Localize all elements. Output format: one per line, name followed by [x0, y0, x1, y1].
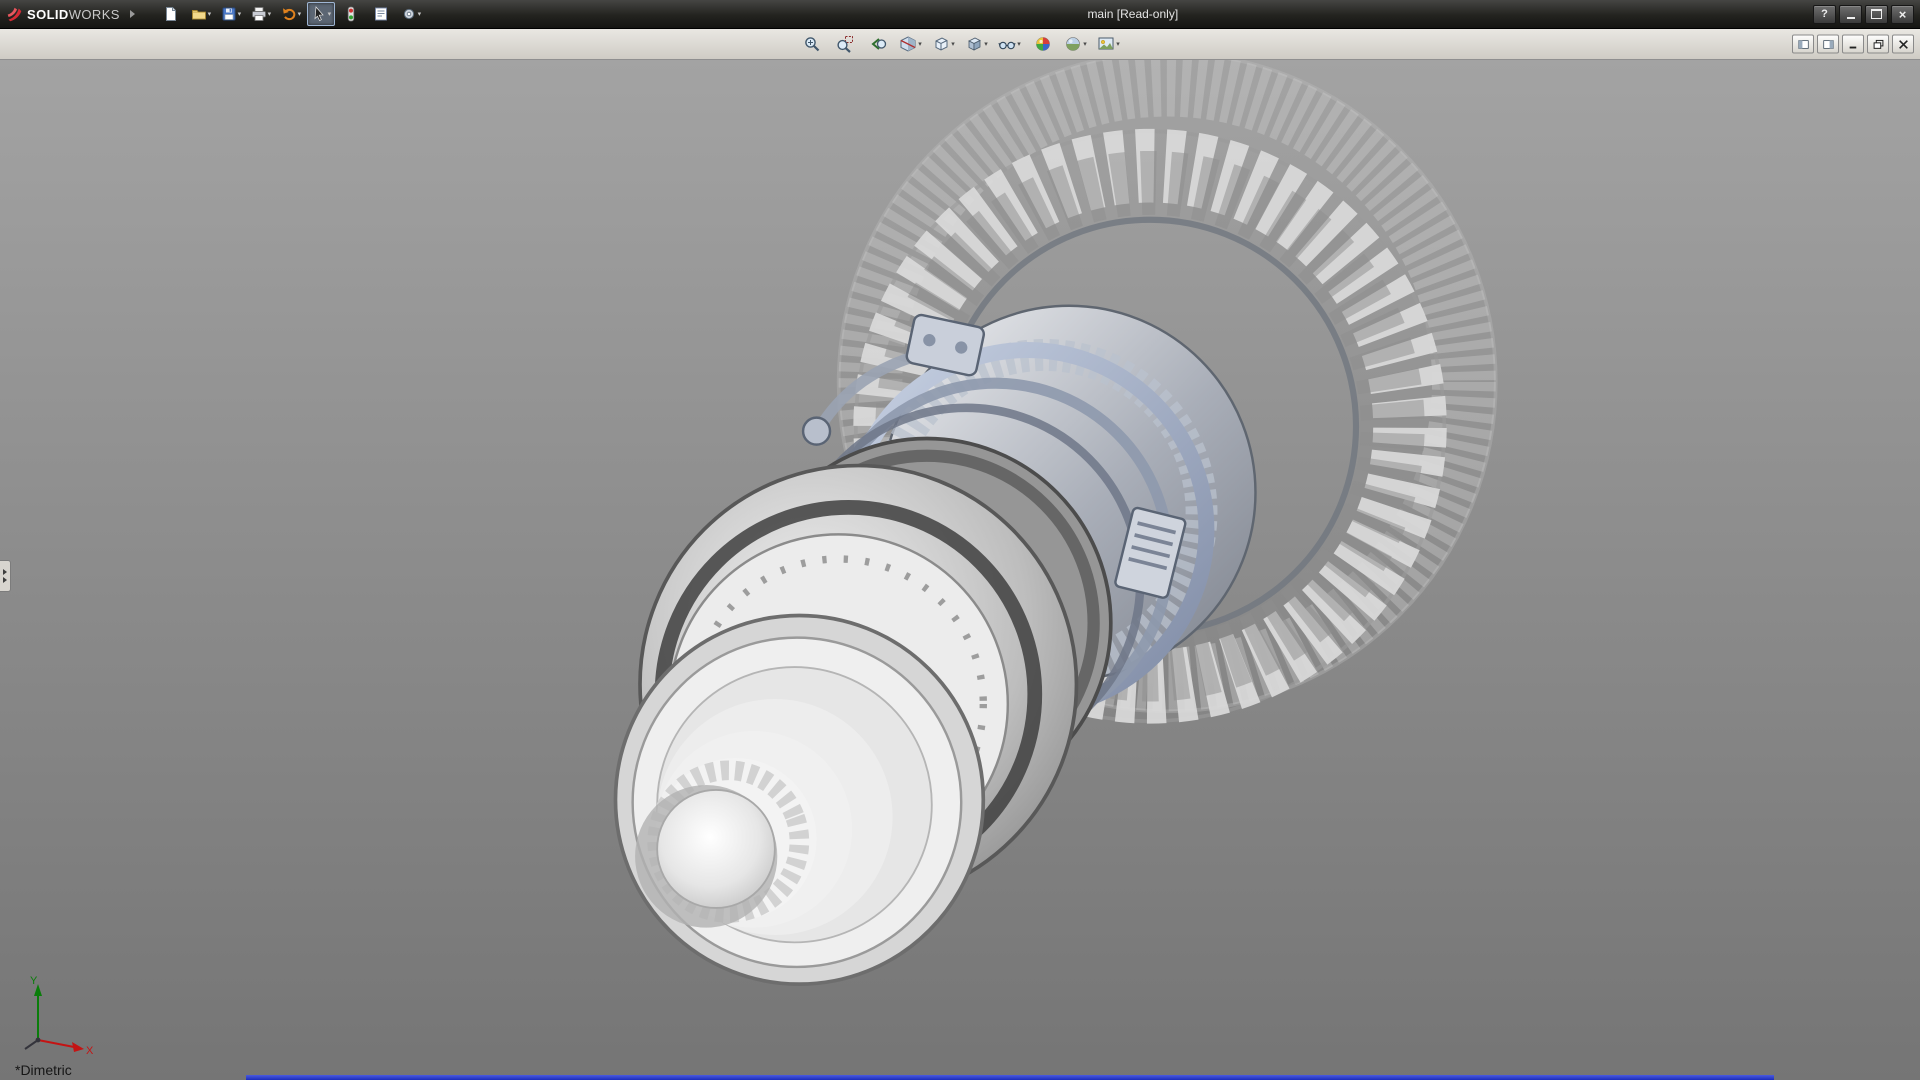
- undo-button[interactable]: ▾: [277, 2, 305, 26]
- expand-arrow-icon: [3, 577, 7, 583]
- document-title: main [Read-only]: [1087, 7, 1178, 21]
- print-icon: [251, 6, 267, 22]
- triad-x-label: X: [86, 1045, 94, 1056]
- previous-view-button[interactable]: [863, 31, 893, 57]
- display-style-button[interactable]: ▾: [962, 31, 992, 57]
- triad-y-label: Y: [30, 975, 38, 987]
- doc-restore-icon: [1873, 39, 1884, 49]
- dock-pane-left-icon: [1798, 39, 1809, 49]
- hide-show-items-icon: [998, 35, 1016, 53]
- edit-appearance-icon: [1034, 35, 1052, 53]
- dropdown-caret-icon[interactable]: ▾: [268, 11, 272, 18]
- doc-minimize-button[interactable]: [1842, 35, 1864, 54]
- doc-restore-button[interactable]: [1867, 35, 1889, 54]
- hide-show-items-button[interactable]: ▾: [995, 31, 1025, 57]
- panel-splitter-tab[interactable]: [0, 560, 11, 592]
- view-settings-icon: [1097, 35, 1115, 53]
- main-toolbar: ▾ ▾ ▾ ▾ ▾ ▾: [157, 2, 425, 26]
- dropdown-caret-icon[interactable]: ▾: [1017, 41, 1021, 48]
- solidworks-logo: SOLIDWORKS: [6, 6, 135, 23]
- title-bar: SOLIDWORKS ▾ ▾ ▾ ▾ ▾ ▾ main [Read-only] ? ×: [0, 0, 1920, 29]
- view-orientation-label: *Dimetric: [15, 1062, 72, 1078]
- dropdown-caret-icon[interactable]: ▾: [238, 11, 242, 18]
- doc-close-button[interactable]: [1892, 35, 1914, 54]
- options-button[interactable]: ▾: [397, 2, 425, 26]
- dropdown-caret-icon[interactable]: ▾: [918, 41, 922, 48]
- minimize-button[interactable]: [1839, 5, 1862, 24]
- graphics-viewport[interactable]: Y X *Dimetric: [0, 60, 1920, 1080]
- apply-scene-icon: [1064, 35, 1082, 53]
- menu-expand-icon[interactable]: [130, 10, 135, 18]
- app-name-bold: SOLID: [27, 7, 69, 22]
- select-tool-button[interactable]: ▾: [307, 2, 335, 26]
- section-view-icon: [899, 35, 917, 53]
- undo-icon: [281, 6, 297, 22]
- view-orientation-button[interactable]: ▾: [929, 31, 959, 57]
- dropdown-caret-icon[interactable]: ▾: [328, 11, 332, 18]
- zoom-to-area-icon: [836, 35, 854, 53]
- new-document-icon: [163, 6, 179, 22]
- maximize-icon: [1871, 9, 1882, 19]
- toolbar-row: ▾ ▾ ▾ ▾ ▾ ▾: [0, 29, 1920, 60]
- dock-pane-right-button[interactable]: [1817, 35, 1839, 54]
- file-properties-button[interactable]: [367, 2, 395, 26]
- doc-minimize-icon: [1848, 39, 1859, 49]
- solidworks-window: SOLIDWORKS ▾ ▾ ▾ ▾ ▾ ▾ main [Read-only] ? × ▾…: [0, 0, 1920, 1080]
- dropdown-caret-icon[interactable]: ▾: [1116, 41, 1120, 48]
- bottom-blue-strip: [246, 1075, 1774, 1080]
- open-document-icon: [191, 6, 207, 22]
- dock-pane-right-icon: [1823, 39, 1834, 49]
- maximize-button[interactable]: [1865, 5, 1888, 24]
- zoom-to-fit-icon: [803, 35, 821, 53]
- dropdown-caret-icon[interactable]: ▾: [418, 11, 422, 18]
- file-properties-icon: [373, 6, 389, 22]
- view-orientation-icon: [932, 35, 950, 53]
- zoom-to-area-button[interactable]: [830, 31, 860, 57]
- expand-arrow-icon: [3, 569, 7, 575]
- orientation-triad: Y X: [12, 970, 98, 1056]
- window-controls: ? ×: [1813, 5, 1920, 24]
- select-tool-icon: [311, 6, 327, 22]
- engine-model-3d[interactable]: [0, 60, 1920, 1080]
- dropdown-caret-icon[interactable]: ▾: [951, 41, 955, 48]
- save-button[interactable]: ▾: [217, 2, 245, 26]
- section-view-button[interactable]: ▾: [896, 31, 926, 57]
- solidworks-logo-icon: [6, 6, 23, 23]
- dock-pane-left-button[interactable]: [1792, 35, 1814, 54]
- document-window-controls: [1789, 35, 1914, 54]
- dropdown-caret-icon[interactable]: ▾: [208, 11, 212, 18]
- previous-view-icon: [869, 35, 887, 53]
- close-button[interactable]: ×: [1891, 5, 1914, 24]
- zoom-to-fit-button[interactable]: [797, 31, 827, 57]
- app-name-light: WORKS: [69, 7, 120, 22]
- edit-appearance-button[interactable]: [1028, 31, 1058, 57]
- dropdown-caret-icon[interactable]: ▾: [1083, 41, 1087, 48]
- options-icon: [401, 6, 417, 22]
- doc-close-icon: [1898, 39, 1909, 49]
- apply-scene-button[interactable]: ▾: [1061, 31, 1091, 57]
- save-icon: [221, 6, 237, 22]
- display-style-icon: [965, 35, 983, 53]
- app-name: SOLIDWORKS: [27, 7, 120, 22]
- dropdown-caret-icon[interactable]: ▾: [298, 11, 302, 18]
- new-document-button[interactable]: [157, 2, 185, 26]
- rebuild-button[interactable]: [337, 2, 365, 26]
- view-settings-button[interactable]: ▾: [1094, 31, 1124, 57]
- minimize-icon: [1847, 17, 1855, 19]
- close-icon: ×: [1899, 8, 1907, 21]
- heads-up-view-toolbar: ▾ ▾ ▾ ▾ ▾ ▾: [797, 31, 1124, 57]
- dropdown-caret-icon[interactable]: ▾: [984, 41, 988, 48]
- rebuild-icon: [343, 6, 359, 22]
- help-button[interactable]: ?: [1813, 5, 1836, 24]
- open-document-button[interactable]: ▾: [187, 2, 215, 26]
- print-button[interactable]: ▾: [247, 2, 275, 26]
- help-label: ?: [1821, 8, 1828, 20]
